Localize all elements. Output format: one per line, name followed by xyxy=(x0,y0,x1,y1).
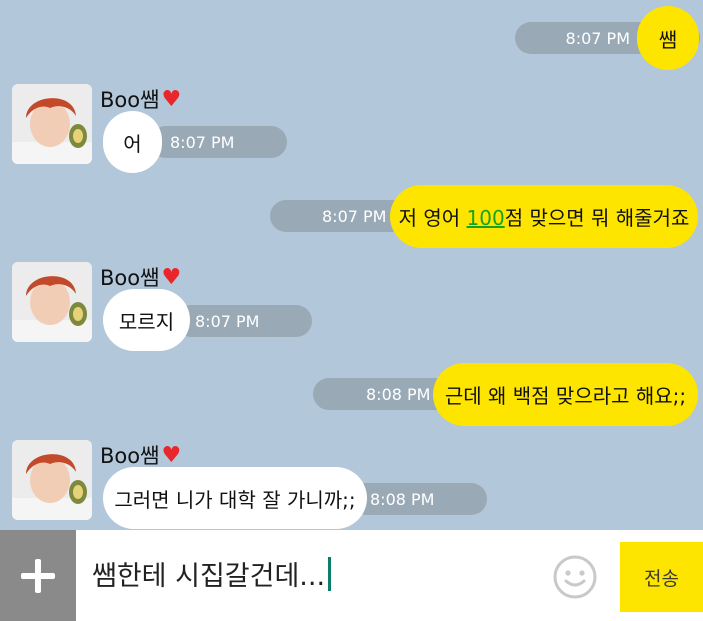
profile-photo xyxy=(12,262,92,342)
sender-name: Boo쌤 ♥ xyxy=(100,86,182,113)
my-message-bubble[interactable]: 저 영어 100점 맞으면 뭐 해줄거죠 xyxy=(390,185,698,248)
my-message-bubble[interactable]: 쌤 xyxy=(637,6,699,70)
other-message-bubble[interactable]: 그러면 니가 대학 잘 가니까;; xyxy=(103,467,367,529)
heart-icon: ♥ xyxy=(161,442,182,468)
message-input[interactable]: 쌤한테 시집갈건데... xyxy=(92,554,332,593)
other-message-bubble[interactable]: 어 xyxy=(103,111,162,173)
text-cursor xyxy=(328,556,332,591)
number-link[interactable]: 100 xyxy=(467,206,505,230)
avatar[interactable] xyxy=(12,440,92,520)
message-composer: 쌤한테 시집갈건데... 전송 xyxy=(0,530,703,621)
other-message-bubble[interactable]: 모르지 xyxy=(103,289,190,351)
message-timestamp: 8:07 PM xyxy=(150,126,287,158)
plus-icon xyxy=(21,558,55,593)
emoji-button[interactable] xyxy=(552,554,598,600)
avatar[interactable] xyxy=(12,84,92,164)
sender-name: Boo쌤 ♥ xyxy=(100,264,182,291)
message-timestamp: 8:07 PM xyxy=(175,305,312,337)
attach-button[interactable] xyxy=(0,530,76,621)
avatar[interactable] xyxy=(12,262,92,342)
profile-photo xyxy=(12,84,92,164)
my-message-bubble[interactable]: 근데 왜 백점 맞으라고 해요;; xyxy=(433,363,698,426)
heart-icon: ♥ xyxy=(161,86,182,112)
send-button[interactable]: 전송 xyxy=(620,542,703,612)
sender-name: Boo쌤 ♥ xyxy=(100,442,182,469)
message-timestamp: 8:08 PM xyxy=(350,483,487,515)
profile-photo xyxy=(12,440,92,520)
heart-icon: ♥ xyxy=(161,264,182,290)
chat-area[interactable]: 8:07 PM 쌤 Boo쌤 ♥ 8:07 PM 어 8:07 PM 저 영어 1… xyxy=(0,0,703,530)
emoji-icon xyxy=(553,555,597,599)
